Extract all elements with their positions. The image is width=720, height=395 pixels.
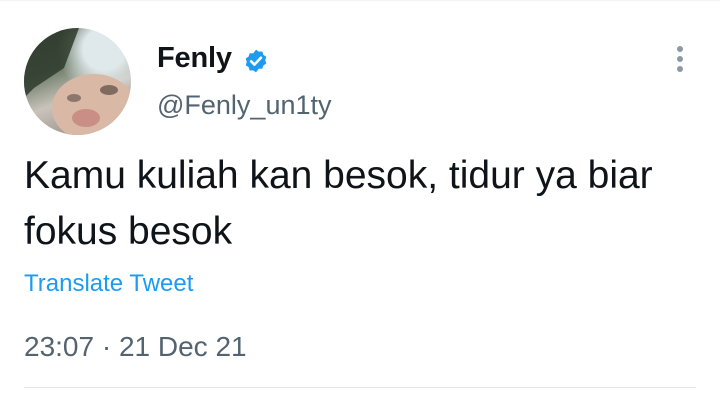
more-options-icon[interactable] bbox=[670, 46, 690, 76]
avatar-photo bbox=[24, 28, 131, 135]
user-handle[interactable]: @Fenly_un1ty bbox=[157, 90, 332, 121]
bottom-divider bbox=[24, 387, 696, 388]
tweet-time: 23:07 bbox=[24, 331, 95, 362]
top-divider bbox=[0, 0, 720, 1]
display-name[interactable]: Fenly bbox=[157, 42, 232, 75]
verified-badge-icon bbox=[245, 49, 267, 73]
tweet-timestamp[interactable]: 23:07 · 21 Dec 21 bbox=[24, 331, 247, 363]
timestamp-separator: · bbox=[101, 331, 112, 362]
translate-tweet-link[interactable]: Translate Tweet bbox=[24, 270, 193, 298]
tweet-date: 21 Dec 21 bbox=[118, 331, 247, 362]
tweet-text: Kamu kuliah kan besok, tidur ya biar fok… bbox=[24, 154, 653, 253]
avatar[interactable] bbox=[24, 28, 131, 135]
